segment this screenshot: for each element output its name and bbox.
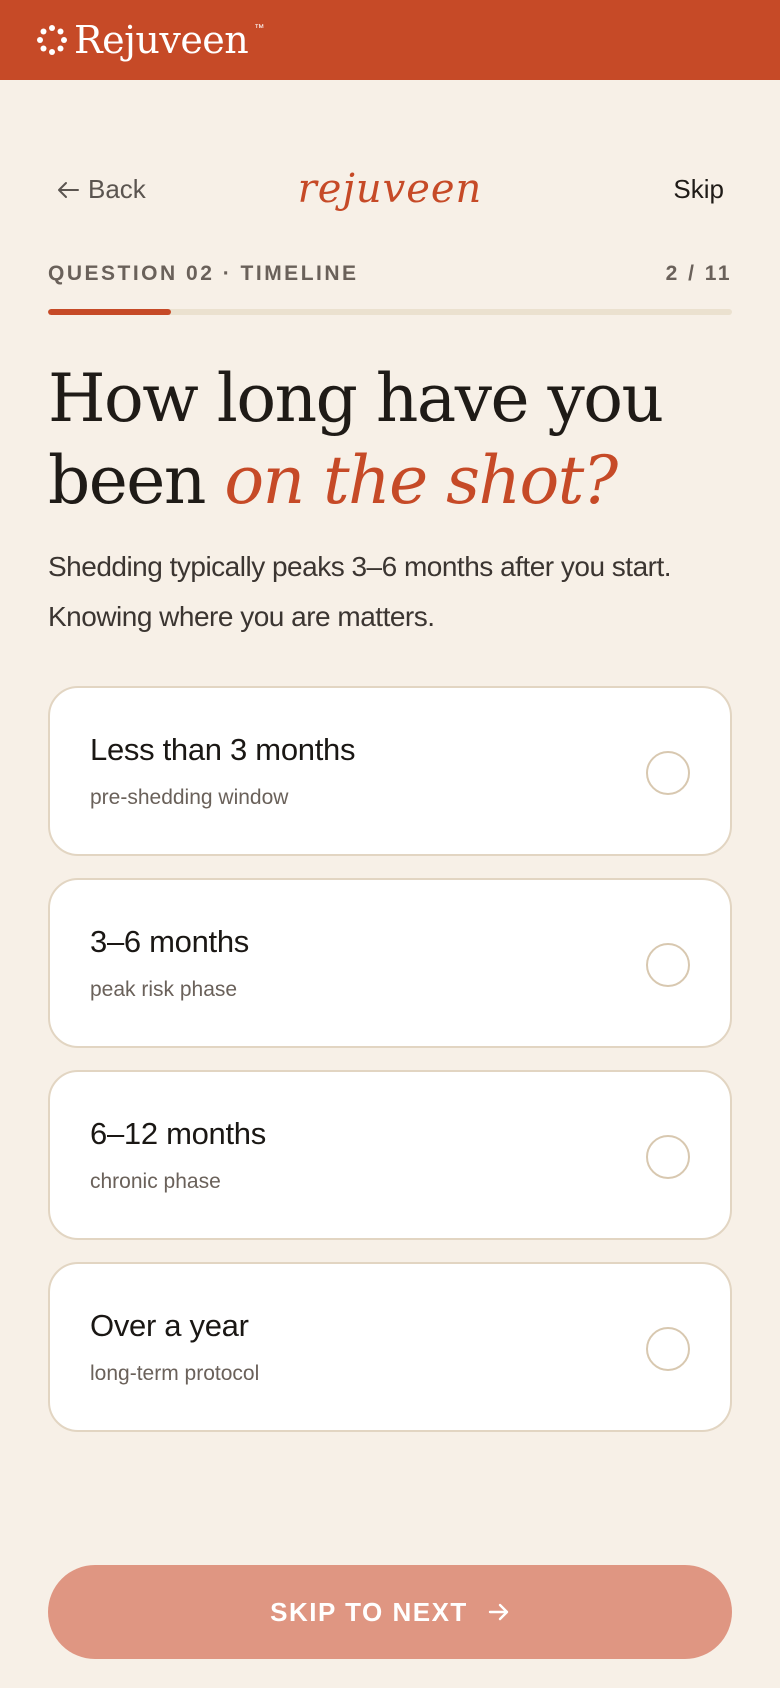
option-card[interactable]: Less than 3 months pre-shedding window	[48, 686, 732, 856]
option-label: Over a year	[90, 1308, 249, 1343]
radio-button[interactable]	[646, 1135, 690, 1179]
option-sublabel: pre-shedding window	[90, 786, 289, 809]
option-card[interactable]: 6–12 months chronic phase	[48, 1070, 732, 1240]
option-label: 6–12 months	[90, 1116, 266, 1151]
arrow-right-icon	[488, 1603, 509, 1621]
question-meta: QUESTION 02 · TIMELINE 2 / 11	[48, 262, 732, 286]
question-label: QUESTION 02 · TIMELINE	[48, 262, 359, 285]
cta-label: SKIP TO NEXT	[270, 1596, 468, 1627]
logo[interactable]: Rejuveen ™	[36, 18, 264, 62]
brand-wordmark: rejuveen	[297, 166, 483, 212]
option-label: Less than 3 months	[90, 732, 356, 767]
question-title: How long have you been on the shot?	[48, 358, 748, 522]
option-sublabel: long-term protocol	[90, 1362, 260, 1385]
answer-options: Less than 3 months pre-shedding window 3…	[48, 686, 732, 1432]
question-description: Shedding typically peaks 3–6 months afte…	[48, 551, 672, 632]
radio-button[interactable]	[646, 751, 690, 795]
logo-text: Rejuveen	[74, 18, 249, 62]
question-nav: Back rejuveen Skip	[48, 166, 732, 214]
title-line-1: How long have you	[48, 360, 664, 437]
progress-bar	[48, 309, 732, 315]
skip-button[interactable]: Skip	[673, 174, 724, 205]
option-sublabel: peak risk phase	[90, 978, 238, 1001]
option-sublabel: chronic phase	[90, 1170, 221, 1193]
progress-fill	[48, 309, 172, 315]
radio-button[interactable]	[646, 943, 690, 987]
logo-trademark: ™	[254, 22, 264, 34]
option-card[interactable]: Over a year long-term protocol	[48, 1262, 732, 1432]
title-line-2-plain: been	[48, 442, 225, 519]
option-card[interactable]: 3–6 months peak risk phase	[48, 878, 732, 1048]
question-counter: 2 / 11	[665, 262, 732, 285]
radio-button[interactable]	[646, 1327, 690, 1371]
title-line-2-accent: on the shot?	[224, 442, 618, 519]
option-label: 3–6 months	[90, 924, 249, 959]
skip-to-next-button[interactable]: SKIP TO NEXT	[48, 1565, 732, 1659]
logo-ring-icon	[37, 25, 67, 55]
top-app-bar: Rejuveen ™	[0, 0, 780, 80]
